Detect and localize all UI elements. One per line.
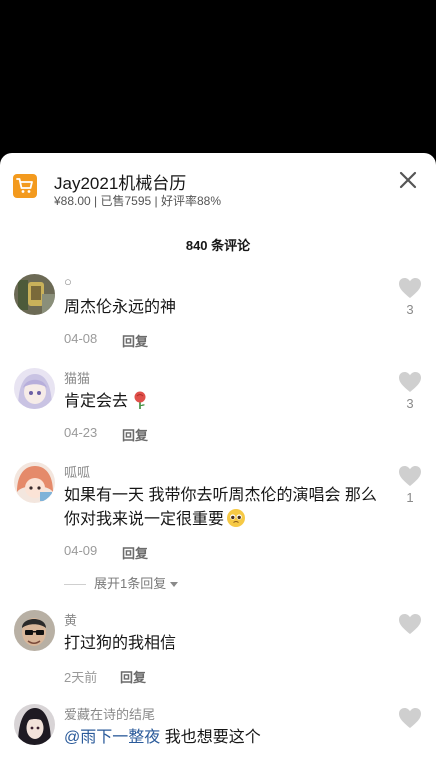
- comment-text: 打过狗的我相信: [64, 635, 177, 652]
- heart-icon: [399, 372, 421, 392]
- product-card[interactable]: Jay2021机械台历 ¥88.00 | 已售7595 | 好评率88%: [0, 153, 436, 223]
- comment-date: 04-09: [64, 543, 98, 558]
- like-button[interactable]: [398, 277, 422, 299]
- reply-button[interactable]: 回复: [120, 667, 146, 686]
- comment-username[interactable]: ○: [64, 274, 72, 289]
- avatar[interactable]: [14, 704, 55, 745]
- comment-text-content: 肯定会去: [64, 393, 129, 410]
- comment-username[interactable]: 猫猫: [64, 368, 90, 387]
- comment-username[interactable]: 爱藏在诗的结尾: [64, 704, 155, 723]
- heart-icon: [399, 278, 421, 298]
- reply-button[interactable]: 回复: [122, 425, 148, 444]
- comment-text-content: 我也想要这个: [160, 729, 261, 746]
- close-icon: [399, 171, 417, 189]
- expand-replies-button[interactable]: 展开1条回复: [64, 573, 179, 592]
- mention-link[interactable]: @雨下一整夜: [64, 729, 160, 746]
- heart-icon: [399, 466, 421, 486]
- comment-text-content: 如果有一天 我带你去听周杰伦的演唱会 那么你对我来说一定很重要: [64, 487, 377, 528]
- reply-button[interactable]: 回复: [122, 543, 148, 562]
- expand-divider: [64, 584, 86, 586]
- comment-date: 2天前: [64, 670, 98, 685]
- comment-username[interactable]: 黄: [64, 610, 77, 629]
- pleading-face-icon: [227, 509, 246, 527]
- video-background: [0, 0, 436, 153]
- like-button[interactable]: [398, 465, 422, 487]
- rose-icon: [134, 391, 146, 409]
- comment-text: 如果有一天 我带你去听周杰伦的演唱会 那么你对我来说一定很重要: [64, 484, 382, 532]
- avatar[interactable]: [14, 274, 55, 315]
- heart-icon: [399, 708, 421, 728]
- comment-date: 04-08: [64, 331, 98, 346]
- close-button[interactable]: [396, 168, 420, 192]
- chevron-down-icon: [170, 582, 179, 588]
- shopping-cart-icon: [13, 174, 37, 198]
- avatar[interactable]: [14, 462, 55, 503]
- product-title: Jay2021机械台历: [54, 174, 187, 193]
- like-count: 1: [406, 490, 414, 505]
- avatar[interactable]: [14, 610, 55, 651]
- comments-sheet: Jay2021机械台历 ¥88.00 | 已售7595 | 好评率88% 840…: [0, 153, 436, 757]
- expand-replies-label: 展开1条回复: [94, 576, 167, 591]
- comment-date: 04-23: [64, 425, 98, 440]
- heart-icon: [399, 614, 421, 634]
- avatar[interactable]: [14, 368, 55, 409]
- like-button[interactable]: [398, 371, 422, 393]
- comment-count-title: 840 条评论: [185, 238, 251, 253]
- like-button[interactable]: [398, 707, 422, 729]
- like-count: 3: [406, 302, 414, 317]
- reply-button[interactable]: 回复: [122, 331, 148, 350]
- like-button[interactable]: [398, 613, 422, 635]
- comment-text: @雨下一整夜 我也想要这个: [64, 726, 382, 750]
- product-price-sales: ¥88.00 | 已售7595 | 好评率88%: [54, 194, 221, 208]
- like-count: 3: [406, 396, 414, 411]
- comment-text: 肯定会去: [64, 390, 382, 414]
- comment-username[interactable]: 呱呱: [64, 462, 90, 481]
- comment-text: 周杰伦永远的神: [64, 299, 177, 316]
